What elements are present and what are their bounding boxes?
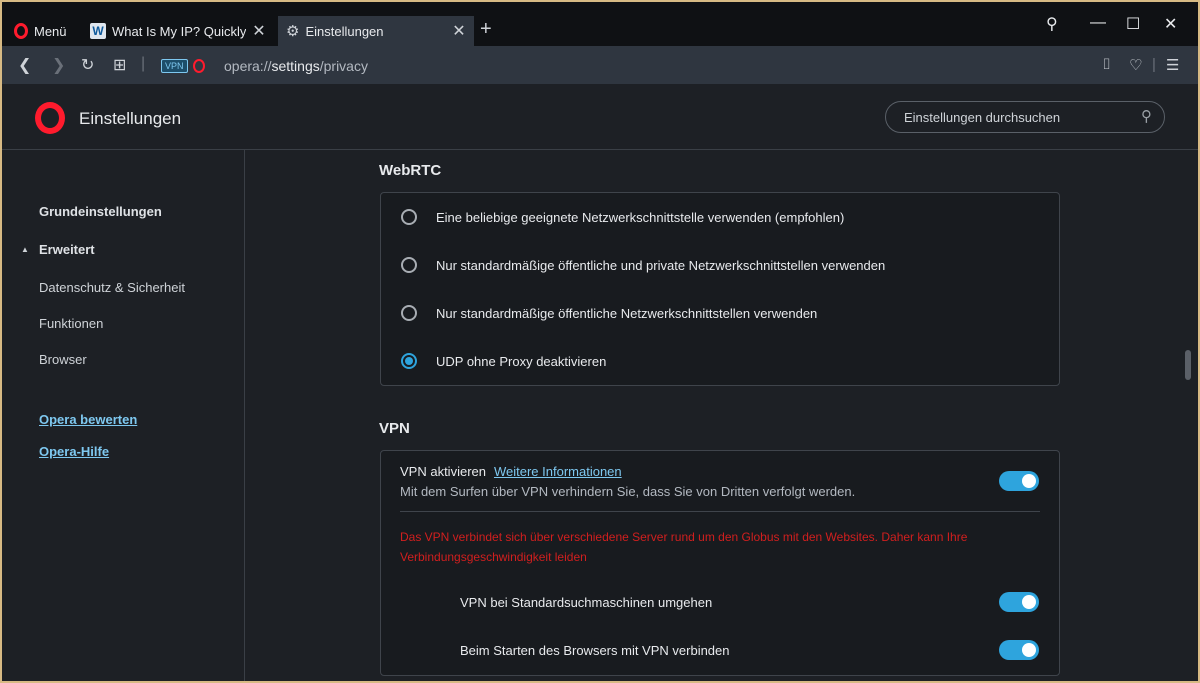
browser-window: Menü W What Is My IP? Quickly See ✕ ⚙ Ei… [2, 2, 1198, 681]
vpn-enable-row: VPN aktivieren Weitere Informationen [400, 464, 622, 479]
radio-button[interactable] [401, 209, 417, 225]
opera-menu-button[interactable]: Menü [2, 16, 82, 46]
url-host: settings [271, 58, 320, 74]
tab-whatismyip[interactable]: W What Is My IP? Quickly See ✕ [82, 16, 274, 46]
sidebar-item-features[interactable]: Funktionen [39, 316, 103, 331]
tab-title: Einstellungen [305, 23, 384, 39]
reload-icon[interactable]: ↻ [81, 55, 94, 75]
tab-bar: Menü W What Is My IP? Quickly See ✕ ⚙ Ei… [2, 2, 1198, 46]
rate-opera-link[interactable]: Opera bewerten [39, 412, 137, 427]
page-title: Einstellungen [79, 109, 182, 128]
menu-label: Menü [34, 23, 67, 39]
sidebar-item-basic[interactable]: Grundeinstellungen [39, 204, 162, 219]
vpn-bypass-toggle[interactable] [999, 592, 1039, 612]
radio-label: Nur standardmäßige öffentliche und priva… [436, 257, 886, 273]
url-field[interactable]: opera://settings/privacy [224, 58, 368, 74]
sidebar-item-browser[interactable]: Browser [39, 352, 87, 367]
radio-button[interactable] [401, 305, 417, 321]
back-arrow-icon[interactable]: ❮ [18, 55, 31, 75]
radio-label: Eine beliebige geeignete Netzwerkschnitt… [436, 209, 845, 225]
forward-arrow-icon[interactable]: ❯ [52, 55, 65, 75]
vpn-badge[interactable]: VPN [161, 59, 188, 73]
url-path: /privacy [319, 58, 368, 74]
settings-sidebar: Grundeinstellungen ▲ Erweitert Datenschu… [2, 150, 245, 681]
webrtc-card: Eine beliebige geeignete Netzwerkschnitt… [380, 192, 1060, 386]
address-separator-right: | [1152, 56, 1156, 73]
radio-label: Nur standardmäßige öffentliche Netzwerks… [436, 305, 818, 321]
vpn-warning-text: Das VPN verbindet sich über verschiedene… [400, 530, 968, 564]
vpn-more-info-link[interactable]: Weitere Informationen [494, 464, 622, 479]
tab-title: What Is My IP? Quickly See [112, 23, 246, 39]
radio-button-selected[interactable] [401, 353, 417, 369]
radio-button[interactable] [401, 257, 417, 273]
bookmark-heart-icon[interactable]: ♡ [1129, 56, 1142, 74]
vpn-card: VPN aktivieren Weitere Informationen Mit … [380, 450, 1060, 676]
speed-dial-grid-icon[interactable]: ⊞ [113, 55, 126, 75]
radio-label: UDP ohne Proxy deaktivieren [436, 353, 607, 369]
sidebar-item-advanced[interactable]: Erweitert [39, 242, 95, 257]
settings-header: Einstellungen Einstellungen durchsuchen … [2, 84, 1198, 150]
webrtc-section-title: WebRTC [379, 162, 442, 179]
settings-search-input[interactable]: Einstellungen durchsuchen ⚲ [885, 101, 1165, 133]
vpn-connect-on-start-label: Beim Starten des Browsers mit VPN verbin… [460, 643, 730, 658]
search-tabs-icon[interactable]: ⚲ [1046, 14, 1058, 34]
vpn-section-title: VPN [379, 420, 410, 437]
close-window-icon[interactable]: ✕ [1164, 14, 1177, 34]
vpn-description: Mit dem Surfen über VPN verhindern Sie, … [400, 484, 856, 499]
vpn-bypass-label: VPN bei Standardsuchmaschinen umgehen [460, 595, 713, 610]
vpn-divider [400, 511, 1040, 512]
sidebar-item-privacy[interactable]: Datenschutz & Sicherheit [39, 280, 185, 295]
easy-setup-icon[interactable]: ☰ [1166, 56, 1179, 74]
address-bar: ❮ ❯ ↻ ⊞ | VPN opera://settings/privacy ⌷… [2, 46, 1198, 84]
snapshot-camera-icon[interactable]: ⌷ [1102, 56, 1111, 73]
tab-settings[interactable]: ⚙ Einstellungen ✕ [278, 16, 474, 46]
close-tab-icon[interactable]: ✕ [452, 21, 466, 41]
minimize-icon[interactable]: — [1090, 14, 1106, 32]
opera-page-icon [193, 59, 205, 73]
webrtc-option-0[interactable]: Eine beliebige geeignete Netzwerkschnitt… [401, 209, 844, 225]
opera-help-link[interactable]: Opera-Hilfe [39, 444, 109, 459]
search-placeholder: Einstellungen durchsuchen [904, 109, 1061, 125]
new-tab-plus-icon[interactable]: + [480, 18, 492, 41]
opera-logo-icon [14, 23, 28, 39]
maximize-icon[interactable]: ☐ [1126, 14, 1140, 34]
vpn-enable-toggle[interactable] [999, 471, 1039, 491]
search-icon: ⚲ [1141, 108, 1152, 125]
gear-icon: ⚙ [286, 23, 300, 40]
webrtc-option-3[interactable]: UDP ohne Proxy deaktivieren [401, 353, 606, 369]
vpn-enable-label: VPN aktivieren [400, 464, 486, 479]
close-tab-icon[interactable]: ✕ [252, 21, 266, 41]
webrtc-option-1[interactable]: Nur standardmäßige öffentliche und priva… [401, 257, 885, 273]
opera-logo-icon [35, 102, 65, 134]
webrtc-option-2[interactable]: Nur standardmäßige öffentliche Netzwerks… [401, 305, 817, 321]
chevron-up-icon[interactable]: ▲ [21, 245, 29, 254]
vpn-connect-on-start-toggle[interactable] [999, 640, 1039, 660]
url-scheme: opera:// [224, 58, 272, 74]
scrollbar-thumb[interactable] [1185, 350, 1191, 380]
address-separator: | [141, 55, 146, 72]
site-favicon-icon: W [90, 23, 106, 39]
